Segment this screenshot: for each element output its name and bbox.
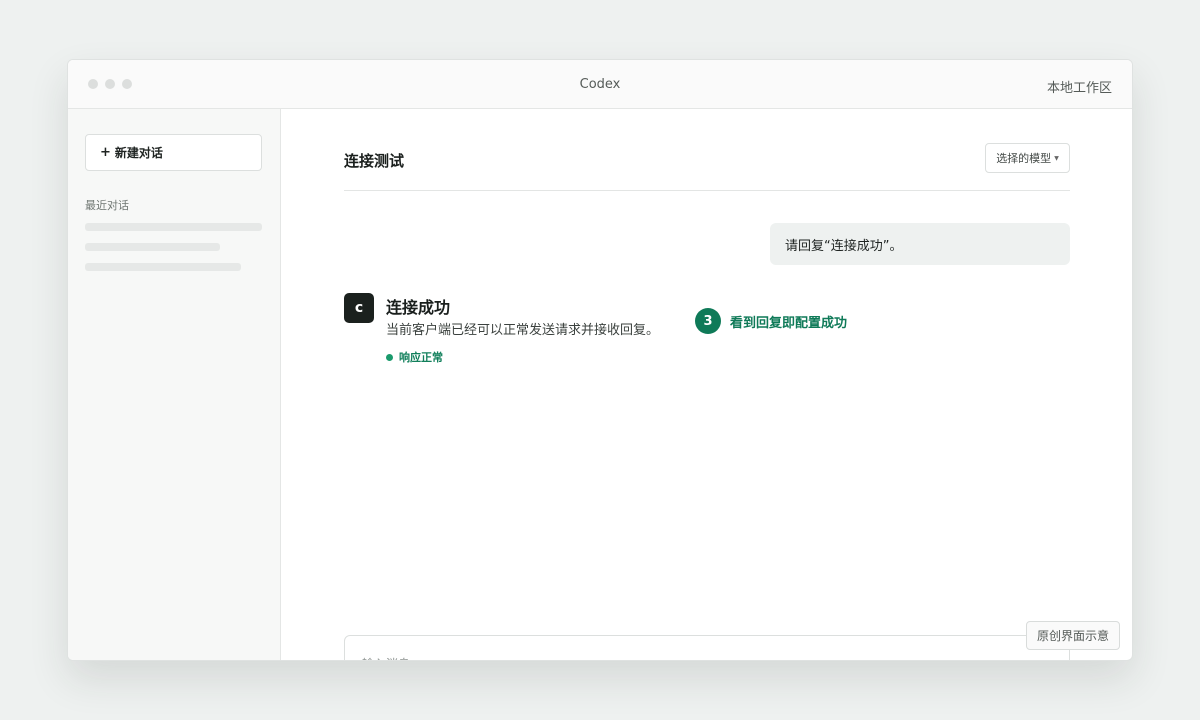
recent-chat-placeholder (85, 223, 262, 231)
window-title: Codex (579, 77, 621, 92)
message-input[interactable] (345, 636, 1069, 660)
model-select-label: 选择的模型 (996, 152, 1052, 165)
recent-chat-placeholder (85, 263, 241, 271)
page-title: 连接测试 (344, 152, 405, 170)
new-chat-label: 新建对话 (114, 146, 163, 160)
new-chat-button[interactable]: + 新建对话 (85, 134, 262, 171)
status-indicator: 响应正常 (386, 349, 443, 365)
header-divider (344, 190, 1070, 191)
status-text: 响应正常 (399, 351, 443, 364)
title-bar: Codex 本地工作区 (68, 60, 1132, 109)
recent-chats-heading: 最近对话 (85, 199, 129, 212)
step-text: 看到回复即配置成功 (730, 315, 848, 331)
user-message-text: 请回复“连接成功”。 (785, 238, 903, 254)
plus-icon: + (100, 145, 111, 160)
message-composer (344, 635, 1070, 660)
main-panel: 连接测试 选择的模型 ▼ 请回复“连接成功”。 c 连接成功 当前客户端已经可以… (282, 109, 1132, 660)
app-window: Codex 本地工作区 + 新建对话 最近对话 连接测试 选择的模型 ▼ 请回复… (67, 59, 1133, 661)
recent-chat-placeholder (85, 243, 220, 251)
chevron-down-icon: ▼ (1054, 154, 1059, 162)
assistant-reply-body: 当前客户端已经可以正常发送请求并接收回复。 (386, 323, 660, 338)
model-select[interactable]: 选择的模型 ▼ (985, 143, 1070, 173)
step-number-badge: 3 (695, 308, 721, 334)
mockup-badge: 原创界面示意 (1026, 621, 1120, 650)
user-message-bubble: 请回复“连接成功”。 (770, 223, 1070, 265)
status-dot-icon (386, 353, 393, 361)
assistant-reply-title: 连接成功 (386, 298, 451, 317)
assistant-avatar: c (344, 293, 374, 323)
step-callout: 3 看到回复即配置成功 (695, 308, 847, 334)
workspace-label[interactable]: 本地工作区 (1047, 77, 1112, 96)
sidebar: + 新建对话 最近对话 (68, 109, 281, 660)
